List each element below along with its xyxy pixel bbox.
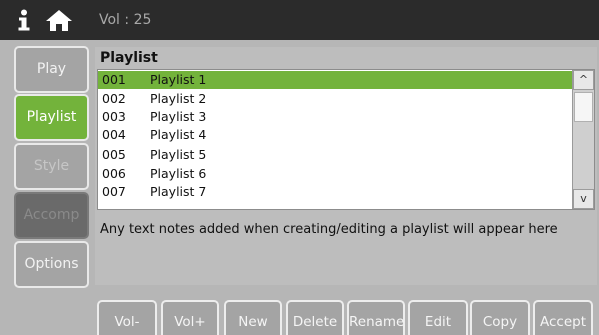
tab-play[interactable]: Play xyxy=(14,46,89,93)
list-item[interactable]: 002 Playlist 2 xyxy=(98,90,572,108)
item-number: 007 xyxy=(102,184,126,199)
tab-options[interactable]: Options xyxy=(14,241,89,288)
tab-playlist[interactable]: Playlist xyxy=(14,94,89,141)
edit-button[interactable]: Edit xyxy=(408,300,468,335)
list-item[interactable]: 004 Playlist 4 xyxy=(98,126,572,144)
item-name: Playlist 6 xyxy=(150,166,207,181)
item-name: Playlist 4 xyxy=(150,127,207,142)
item-number: 001 xyxy=(102,72,126,87)
list-item[interactable]: 003 Playlist 3 xyxy=(98,108,572,126)
copy-button[interactable]: Copy xyxy=(470,300,530,335)
scroll-down-button[interactable]: v xyxy=(573,189,594,209)
delete-button[interactable]: Delete xyxy=(286,300,344,335)
top-bar: Vol : 25 xyxy=(0,0,599,40)
item-name: Playlist 5 xyxy=(150,147,207,162)
item-number: 005 xyxy=(102,147,126,162)
item-name: Playlist 2 xyxy=(150,91,207,106)
vol-down-button[interactable]: Vol- xyxy=(97,300,157,335)
new-button[interactable]: New xyxy=(224,300,282,335)
list-item[interactable]: 005 Playlist 5 xyxy=(98,146,572,164)
accept-button[interactable]: Accept xyxy=(533,300,593,335)
playlist-notes: Any text notes added when creating/editi… xyxy=(100,222,558,237)
playlist-list[interactable]: 001 Playlist 1 002 Playlist 2 003 Playli… xyxy=(97,69,595,210)
rename-button[interactable]: Rename xyxy=(347,300,405,335)
list-item[interactable]: 007 Playlist 7 xyxy=(98,183,572,201)
vol-up-button[interactable]: Vol+ xyxy=(161,300,219,335)
item-name: Playlist 7 xyxy=(150,184,207,199)
item-number: 004 xyxy=(102,127,126,142)
item-name: Playlist 3 xyxy=(150,109,207,124)
list-scrollbar[interactable]: ^ v xyxy=(572,70,594,209)
tab-accomp: Accomp xyxy=(14,192,89,239)
panel-title: Playlist xyxy=(100,50,158,66)
scroll-thumb[interactable] xyxy=(574,92,593,122)
list-item[interactable]: 001 Playlist 1 xyxy=(98,71,572,89)
item-name: Playlist 1 xyxy=(150,72,207,87)
home-icon[interactable] xyxy=(45,9,73,32)
info-icon[interactable] xyxy=(14,9,34,31)
item-number: 006 xyxy=(102,166,126,181)
item-number: 003 xyxy=(102,109,126,124)
tab-style[interactable]: Style xyxy=(14,143,89,190)
volume-readout: Vol : 25 xyxy=(99,12,152,28)
item-number: 002 xyxy=(102,91,126,106)
list-item[interactable]: 006 Playlist 6 xyxy=(98,165,572,183)
scroll-up-button[interactable]: ^ xyxy=(573,70,594,90)
